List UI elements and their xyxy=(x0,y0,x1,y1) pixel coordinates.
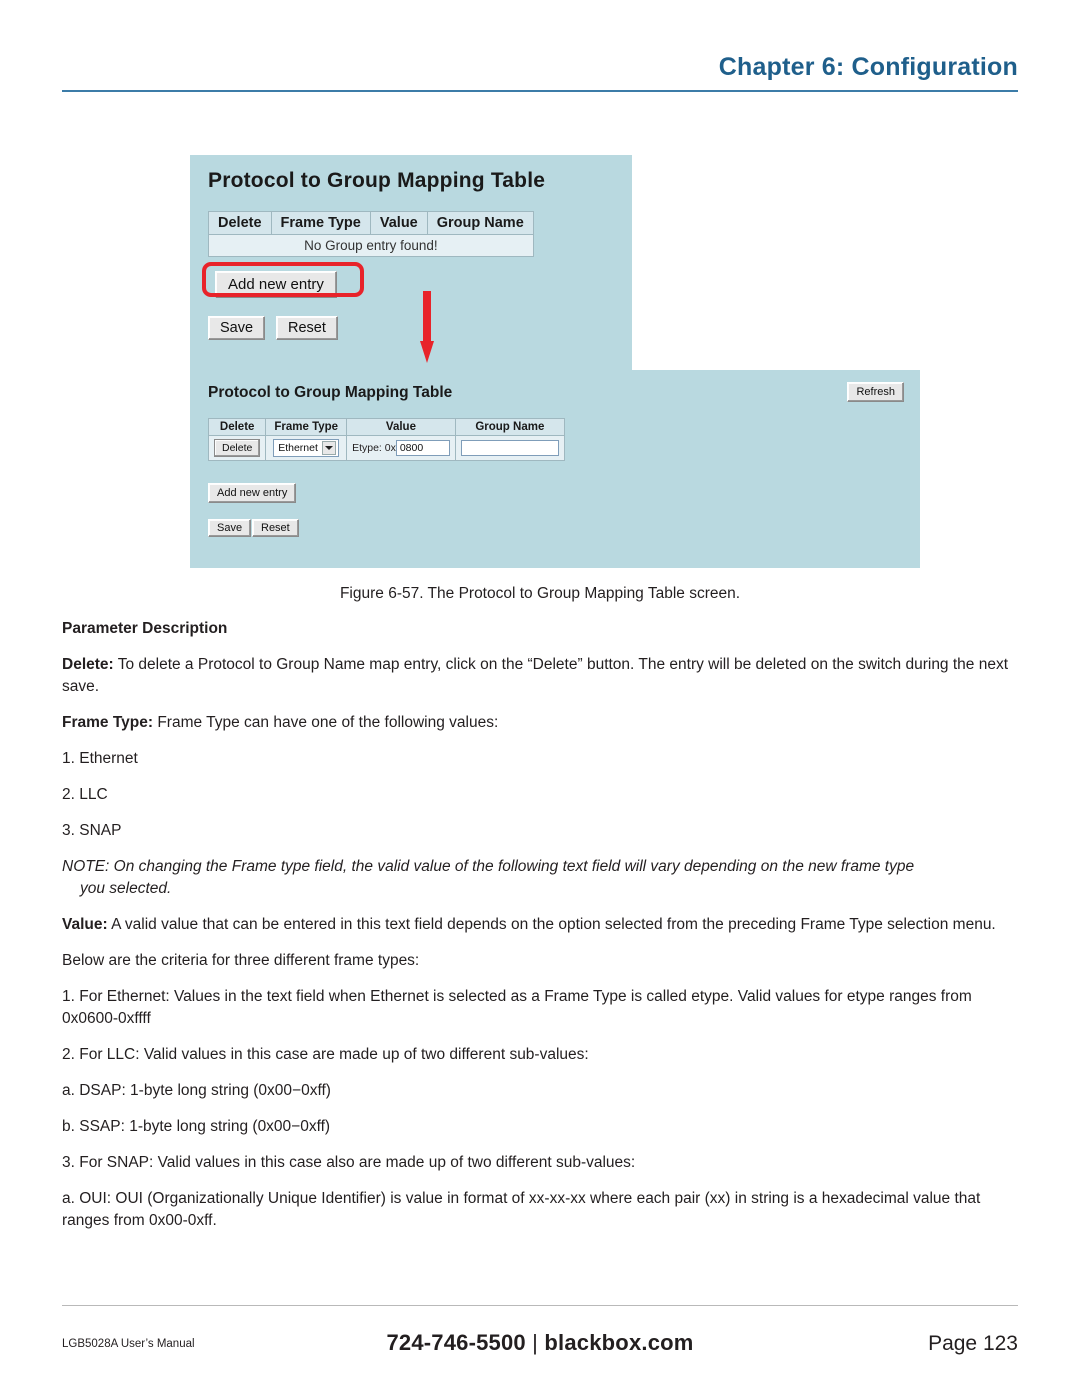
red-arrow-annotation xyxy=(420,291,434,363)
save-button[interactable]: Save xyxy=(208,316,266,340)
value-description: A valid value that can be entered in thi… xyxy=(107,916,996,933)
criteria-item-2a: a. DSAP: 1-byte long string (0x00−0xff) xyxy=(62,1082,331,1099)
footer-divider xyxy=(62,1305,1018,1306)
frame-type-term: Frame Type: xyxy=(62,714,154,731)
column-header-delete: Delete xyxy=(207,418,267,436)
frame-type-selected-value: Ethernet xyxy=(278,442,318,454)
column-header-group-name: Group Name xyxy=(426,211,534,235)
top-mapping-table: Delete Frame Type Value Group Name No Gr… xyxy=(208,211,534,257)
criteria-item-2b: b. SSAP: 1-byte long string (0x00−0xff) xyxy=(62,1118,331,1135)
chevron-down-icon xyxy=(322,441,337,455)
note-line-1: NOTE: On changing the Frame type field, … xyxy=(62,858,915,875)
note-line-2: you selected. xyxy=(80,880,172,897)
cell-value: Etype: 0x 0800 xyxy=(346,435,456,461)
footer-website: blackbox.com xyxy=(544,1330,694,1355)
figure-screenshot: Protocol to Group Mapping Table Delete F… xyxy=(190,155,920,568)
frame-type-item-2: 2. LLC xyxy=(62,786,108,803)
criteria-item-3: 3. For SNAP: Valid values in this case a… xyxy=(62,1154,636,1171)
row-delete-button[interactable]: Delete xyxy=(214,439,261,457)
footer-contact: 724-746-5500 | blackbox.com xyxy=(62,1330,1018,1356)
cell-delete: Delete xyxy=(207,435,267,461)
header-divider xyxy=(62,90,1018,92)
column-header-value: Value xyxy=(369,211,428,235)
highlight-annotation-box xyxy=(202,262,364,297)
footer-separator: | xyxy=(532,1330,539,1355)
frame-type-item-3: 3. SNAP xyxy=(62,822,122,839)
page-header: Chapter 6: Configuration xyxy=(62,52,1018,96)
table-header-row: Delete Frame Type Value Group Name xyxy=(208,211,534,235)
frame-type-paragraph: Frame Type: Frame Type can have one of t… xyxy=(62,712,1022,734)
body-content: Parameter Description Delete: To delete … xyxy=(62,618,1022,1246)
page-footer: LGB5028A User’s Manual 724-746-5500 | bl… xyxy=(62,1330,1018,1370)
column-header-value: Value xyxy=(346,418,456,436)
reset-button[interactable]: Reset xyxy=(276,316,338,340)
value-term: Value: xyxy=(62,916,108,933)
page-label: Page xyxy=(928,1332,978,1355)
criteria-intro: Below are the criteria for three differe… xyxy=(62,952,420,969)
criteria-item-2: 2. For LLC: Valid values in this case ar… xyxy=(62,1046,589,1063)
bottom-screenshot-panel: Protocol to Group Mapping Table Refresh … xyxy=(190,370,920,568)
refresh-button[interactable]: Refresh xyxy=(847,382,904,402)
criteria-item-3a: a. OUI: OUI (Organizationally Unique Ide… xyxy=(62,1190,981,1229)
column-header-group-name: Group Name xyxy=(454,418,565,436)
cell-frame-type: Ethernet xyxy=(265,435,348,461)
table-row: Delete Ethernet Etype: 0x 0800 xyxy=(207,435,565,461)
bottom-mapping-table: Delete Frame Type Value Group Name Delet… xyxy=(207,418,565,461)
delete-term: Delete: xyxy=(62,656,114,673)
add-new-entry-button[interactable]: Add new entry xyxy=(208,483,297,503)
etype-value-input[interactable]: 0800 xyxy=(395,440,450,456)
table-row: No Group entry found! xyxy=(208,234,534,257)
column-header-frame-type: Frame Type xyxy=(265,418,348,436)
reset-button[interactable]: Reset xyxy=(252,519,299,537)
column-header-frame-type: Frame Type xyxy=(270,211,371,235)
figure-caption: Figure 6-57. The Protocol to Group Mappi… xyxy=(339,585,741,602)
etype-prefix-label: Etype: 0x xyxy=(352,441,396,454)
table-header-row: Delete Frame Type Value Group Name xyxy=(207,418,565,436)
delete-paragraph: Delete: To delete a Protocol to Group Na… xyxy=(62,654,1022,698)
section-heading: Parameter Description xyxy=(62,620,228,637)
column-header-delete: Delete xyxy=(208,211,272,235)
top-panel-title: Protocol to Group Mapping Table xyxy=(208,169,546,192)
save-button[interactable]: Save xyxy=(208,519,252,537)
note-paragraph: NOTE: On changing the Frame type field, … xyxy=(62,856,1022,900)
delete-description: To delete a Protocol to Group Name map e… xyxy=(62,656,1009,695)
footer-phone: 724-746-5500 xyxy=(386,1330,526,1355)
top-screenshot-panel: Protocol to Group Mapping Table Delete F… xyxy=(190,155,632,370)
frame-type-select[interactable]: Ethernet xyxy=(273,439,340,457)
footer-page-number: Page 123 xyxy=(928,1332,1018,1356)
page-title: Chapter 6: Configuration xyxy=(718,53,1018,81)
group-name-input[interactable] xyxy=(460,440,559,456)
cell-group-name xyxy=(454,435,565,461)
frame-type-description: Frame Type can have one of the following… xyxy=(153,714,499,731)
page-number: 123 xyxy=(982,1332,1018,1355)
bottom-panel-title: Protocol to Group Mapping Table xyxy=(208,384,453,401)
frame-type-item-1: 1. Ethernet xyxy=(62,750,138,767)
value-paragraph: Value: A valid value that can be entered… xyxy=(62,914,1022,936)
criteria-item-1: 1. For Ethernet: Values in the text fiel… xyxy=(62,988,972,1027)
empty-table-message: No Group entry found! xyxy=(208,234,534,257)
